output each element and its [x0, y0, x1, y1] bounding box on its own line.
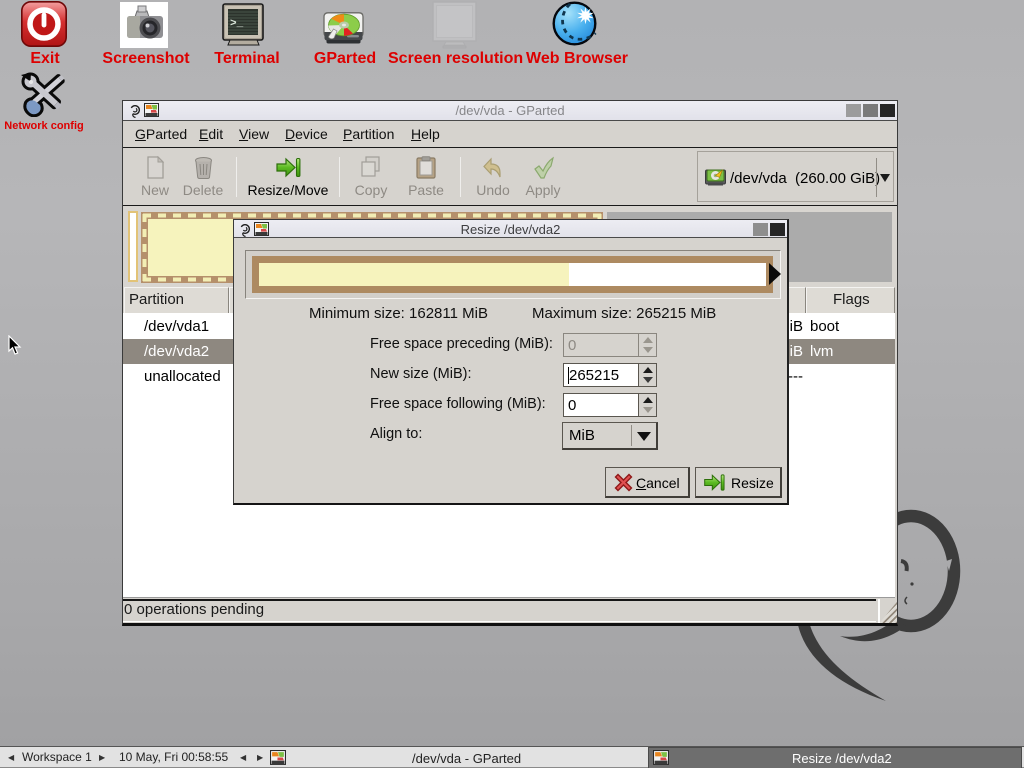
svg-text:>_: >_: [230, 18, 244, 30]
